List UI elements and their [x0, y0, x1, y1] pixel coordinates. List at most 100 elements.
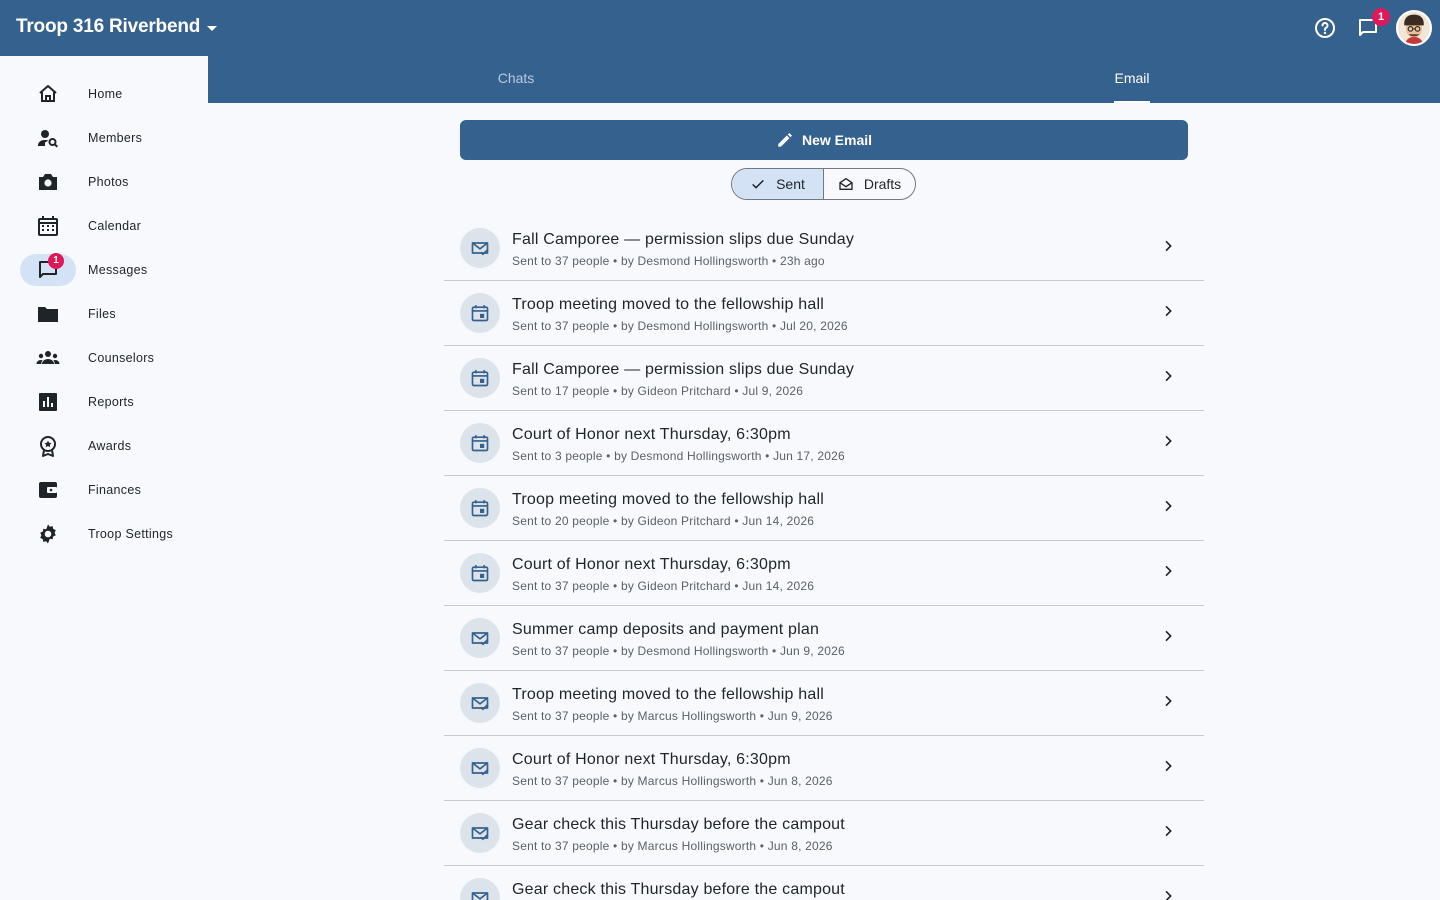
email-row[interactable]: Troop meeting moved to the fellowship ha…: [444, 476, 1204, 541]
email-meta: Sent to 3 people • by Desmond Hollingswo…: [512, 449, 845, 463]
email-row[interactable]: Court of Honor next Thursday, 6:30pm Sent…: [444, 411, 1204, 476]
bar-chart-icon: [39, 393, 57, 411]
email-subject: Fall Camporee — permission slips due Sun…: [512, 361, 855, 378]
mail-check-icon: [460, 748, 500, 788]
chevron-right-icon: [1160, 758, 1176, 774]
sidebar-item-label: Messages: [88, 263, 148, 277]
sidebar-item-messages[interactable]: 1 Messages: [20, 253, 200, 286]
email-meta: Sent to 37 people • by Desmond Hollingsw…: [512, 319, 848, 333]
email-subject: Troop meeting moved to the fellowship ha…: [512, 686, 824, 703]
email-meta: Sent to 37 people • by Marcus Hollingswo…: [512, 774, 833, 788]
sent-label: Sent: [776, 176, 805, 192]
sidebar-item-label: Awards: [88, 439, 132, 453]
mail-check-icon: [460, 878, 500, 900]
sidebar-item-troop-settings[interactable]: Troop Settings: [20, 518, 200, 550]
mail-check-icon: [460, 618, 500, 658]
drafts-label: Drafts: [863, 176, 902, 192]
email-subject: Troop meeting moved to the fellowship ha…: [512, 296, 824, 313]
sidebar-item-awards[interactable]: Awards: [20, 430, 200, 462]
chevron-right-icon: [1160, 888, 1176, 900]
calendar-icon: [38, 216, 58, 236]
email-subject: Court of Honor next Thursday, 6:30pm: [512, 556, 791, 573]
sidebar-item-members[interactable]: Members: [20, 122, 200, 154]
calendar-event-icon: [460, 488, 500, 528]
check-icon: [752, 179, 764, 189]
email-row[interactable]: Troop meeting moved to the fellowship ha…: [444, 671, 1204, 736]
email-meta: Sent to 37 people • by Gideon Pritchard …: [512, 579, 815, 593]
email-row[interactable]: Gear check this Thursday before the camp…: [444, 866, 1204, 900]
email-subject: Court of Honor next Thursday, 6:30pm: [512, 751, 791, 768]
email-meta: Sent to 37 people • by Desmond Hollingsw…: [512, 254, 825, 268]
groups-icon: [36, 351, 60, 364]
award-icon: [40, 436, 56, 457]
tab-email-label: Email: [1114, 70, 1150, 86]
sidebar-item-home[interactable]: Home: [20, 78, 200, 110]
email-row[interactable]: Court of Honor next Thursday, 6:30pm Sent…: [444, 541, 1204, 606]
calendar-event-icon: [460, 293, 500, 333]
sidebar-item-reports[interactable]: Reports: [20, 386, 200, 418]
help-button[interactable]: [1313, 16, 1337, 40]
email-meta: Sent to 37 people • by Marcus Hollingswo…: [512, 709, 833, 723]
sidebar-item-files[interactable]: Files: [20, 298, 200, 330]
person-search-icon: [38, 130, 59, 148]
sidebar-item-label: Troop Settings: [88, 527, 174, 541]
chevron-right-icon: [1160, 823, 1176, 839]
email-subject: Fall Camporee — permission slips due Sun…: [512, 231, 855, 248]
sent-filter-button[interactable]: Sent: [732, 169, 824, 199]
calendar-event-icon: [460, 358, 500, 398]
tab-email[interactable]: Email: [1032, 56, 1232, 103]
calendar-event-icon: [460, 423, 500, 463]
email-subject: Gear check this Thursday before the camp…: [512, 881, 845, 898]
email-row[interactable]: Fall Camporee — permission slips due Sun…: [444, 346, 1204, 411]
gear-icon: [40, 524, 56, 544]
drafts-filter-button[interactable]: Drafts: [824, 169, 915, 199]
new-email-button[interactable]: New Email: [460, 120, 1188, 160]
sidebar-item-label: Files: [88, 307, 116, 321]
sidebar-item-photos[interactable]: Photos: [20, 166, 200, 198]
chevron-right-icon: [1160, 238, 1176, 254]
sidebar-item-finances[interactable]: Finances: [20, 474, 200, 506]
email-row[interactable]: Troop meeting moved to the fellowship ha…: [444, 281, 1204, 346]
messages-button[interactable]: 1: [1356, 8, 1390, 40]
active-nav-indicator: 1: [20, 253, 76, 286]
top-app-bar: Troop 316 Riverbend 1: [0, 0, 1440, 56]
sidebar-item-label: Counselors: [88, 351, 155, 365]
calendar-event-icon: [460, 553, 500, 593]
email-subject: Summer camp deposits and payment plan: [512, 621, 820, 638]
sidebar-item-label: Photos: [88, 175, 129, 189]
messages-badge: 1: [48, 253, 64, 269]
chevron-right-icon: [1160, 368, 1176, 384]
mail-check-icon: [460, 228, 500, 268]
home-icon: [39, 85, 57, 102]
chevron-right-icon: [1160, 628, 1176, 644]
avatar[interactable]: [1396, 10, 1432, 46]
sidebar-item-calendar[interactable]: Calendar: [20, 210, 200, 242]
new-email-label: New Email: [801, 132, 873, 148]
sidebar-item-label: Home: [88, 87, 123, 101]
email-subject: Gear check this Thursday before the camp…: [512, 816, 845, 833]
email-row[interactable]: Summer camp deposits and payment plan Sen…: [444, 606, 1204, 671]
troop-selector[interactable]: Troop 316 Riverbend: [16, 16, 218, 38]
email-meta: Sent to 37 people • by Marcus Hollingswo…: [512, 839, 833, 853]
help-icon: [1315, 18, 1335, 38]
email-subject: Troop meeting moved to the fellowship ha…: [512, 491, 824, 508]
email-row[interactable]: Court of Honor next Thursday, 6:30pm Sent…: [444, 736, 1204, 801]
wallet-icon: [39, 482, 57, 498]
sidebar-item-label: Reports: [88, 395, 134, 409]
troop-name: Troop 316 Riverbend: [16, 16, 201, 37]
folder-icon: [38, 307, 58, 322]
chevron-right-icon: [1160, 563, 1176, 579]
sidebar-item-counselors[interactable]: Counselors: [20, 342, 200, 374]
chevron-right-icon: [1160, 433, 1176, 449]
sidebar-item-label: Calendar: [88, 219, 142, 233]
tab-chats[interactable]: Chats: [416, 56, 616, 103]
email-meta: Sent to 20 people • by Gideon Pritchard …: [512, 514, 815, 528]
email-row[interactable]: Fall Camporee — permission slips due Sun…: [444, 216, 1204, 281]
chevron-right-icon: [1160, 498, 1176, 514]
email-row[interactable]: Gear check this Thursday before the camp…: [444, 801, 1204, 866]
email-subject: Court of Honor next Thursday, 6:30pm: [512, 426, 791, 443]
email-meta: Sent to 37 people • by Desmond Hollingsw…: [512, 644, 845, 658]
caret-down-icon: [207, 25, 218, 31]
chevron-right-icon: [1160, 693, 1176, 709]
sidebar: Home Members Photos Calendar 1 Messages …: [0, 56, 208, 900]
